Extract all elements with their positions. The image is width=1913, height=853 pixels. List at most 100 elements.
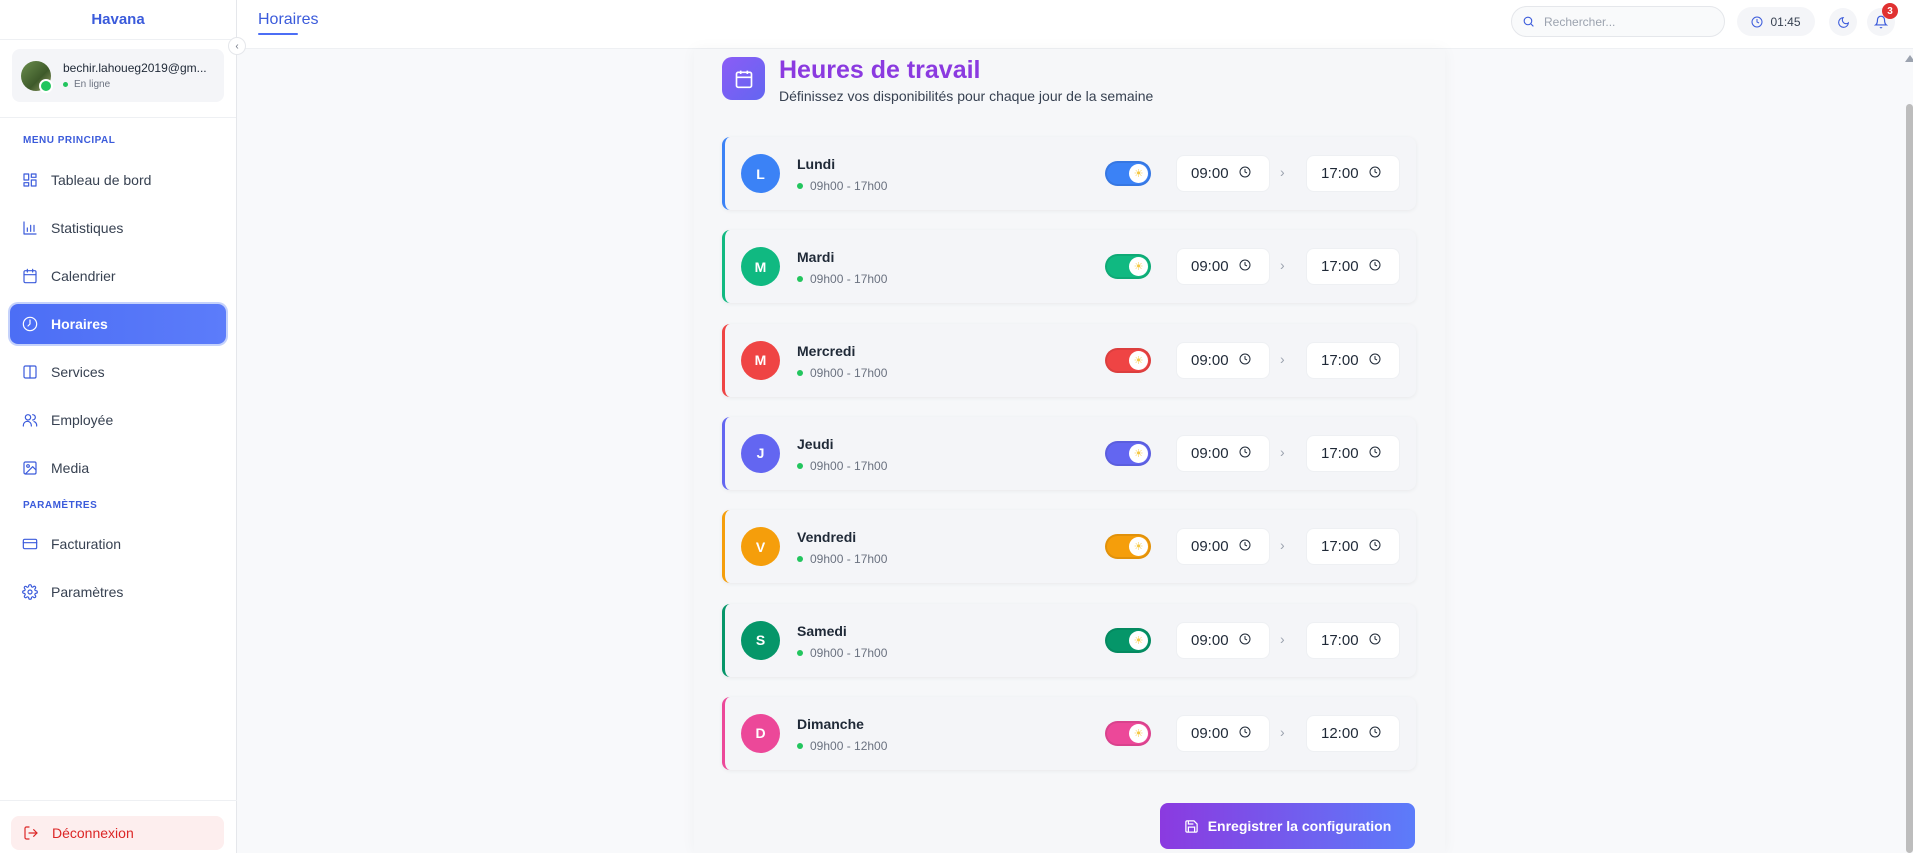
day-name: Lundi xyxy=(797,156,836,172)
day-avatar: D xyxy=(741,713,780,753)
day-enabled-toggle[interactable]: ☀ xyxy=(1105,347,1151,373)
clock-icon xyxy=(1359,725,1381,742)
user-status: En ligne xyxy=(63,79,207,90)
sun-icon: ☀ xyxy=(1129,537,1148,557)
sidebar-item-billing[interactable]: Facturation xyxy=(10,524,226,564)
day-avatar: L xyxy=(741,154,780,193)
scroll-up-arrow[interactable] xyxy=(1905,55,1913,62)
clock-icon xyxy=(1359,258,1381,275)
end-time-input[interactable]: 17:00 xyxy=(1306,155,1400,192)
end-time-value: 17:00 xyxy=(1321,631,1359,649)
logout-button[interactable]: Déconnexion xyxy=(11,816,224,850)
end-time-value: 12:00 xyxy=(1321,724,1359,742)
end-time-input[interactable]: 17:00 xyxy=(1306,248,1400,286)
day-enabled-toggle[interactable]: ☀ xyxy=(1105,254,1151,280)
sidebar-item-dashboard[interactable]: Tableau de bord xyxy=(10,160,226,200)
brand-logo[interactable]: Havana xyxy=(0,0,236,40)
search-input[interactable] xyxy=(1544,14,1714,29)
start-time-input[interactable]: 09:00 xyxy=(1176,155,1270,192)
credit-card-icon xyxy=(22,538,38,550)
sidebar-item-label: Media xyxy=(51,460,90,476)
day-row: M Mercredi 09h00 - 17h00 ☀ 09:00 › 17:00 xyxy=(722,323,1416,397)
end-time-value: 17:00 xyxy=(1321,538,1359,556)
day-enabled-toggle[interactable]: ☀ xyxy=(1105,161,1151,186)
user-email: bechir.lahoueg2019@gm... xyxy=(63,61,207,75)
day-hours-summary: 09h00 - 17h00 xyxy=(797,552,887,566)
day-enabled-toggle[interactable]: ☀ xyxy=(1105,720,1151,746)
start-time-value: 09:00 xyxy=(1191,351,1229,369)
day-row: J Jeudi 09h00 - 17h00 ☀ 09:00 › 17:00 xyxy=(722,416,1416,490)
day-name: Samedi xyxy=(797,622,847,639)
start-time-value: 09:00 xyxy=(1191,258,1229,276)
day-name: Vendredi xyxy=(797,529,857,546)
day-row: M Mardi 09h00 - 17h00 ☀ 09:00 › 17:00 xyxy=(722,230,1416,304)
clock-icon xyxy=(1359,165,1381,182)
collapse-sidebar-button[interactable]: ‹ xyxy=(228,37,246,55)
users-icon xyxy=(22,414,38,427)
day-enabled-toggle[interactable]: ☀ xyxy=(1105,534,1151,560)
end-time-input[interactable]: 17:00 xyxy=(1306,434,1400,472)
start-time-value: 09:00 xyxy=(1191,165,1229,182)
clock-icon xyxy=(1229,352,1251,369)
sidebar-item-label: Paramètres xyxy=(51,584,124,600)
day-hours-summary: 09h00 - 12h00 xyxy=(797,739,887,753)
bar-chart-icon xyxy=(23,221,37,235)
day-enabled-toggle[interactable]: ☀ xyxy=(1105,440,1151,466)
day-hours-summary: 09h00 - 17h00 xyxy=(797,366,887,380)
day-hours-summary: 09h00 - 17h00 xyxy=(797,272,887,286)
day-avatar: M xyxy=(741,247,780,287)
sidebar-item-services[interactable]: Services xyxy=(10,352,226,392)
start-time-input[interactable]: 09:00 xyxy=(1176,621,1270,659)
theme-toggle-button[interactable] xyxy=(1829,8,1857,36)
start-time-input[interactable]: 09:00 xyxy=(1176,528,1270,566)
start-time-input[interactable]: 09:00 xyxy=(1176,248,1270,286)
start-time-input[interactable]: 09:00 xyxy=(1176,714,1270,752)
sun-icon: ☀ xyxy=(1129,257,1148,277)
chevron-right-icon: › xyxy=(1280,164,1285,180)
sidebar-item-label: Facturation xyxy=(51,536,122,552)
chevron-right-icon: › xyxy=(1280,443,1285,460)
scroll-thumb[interactable] xyxy=(1906,104,1913,853)
chevron-right-icon: › xyxy=(1280,257,1285,274)
sidebar-item-label: Calendrier xyxy=(51,268,116,284)
sidebar-item-label: Statistiques xyxy=(51,220,124,236)
end-time-input[interactable]: 17:00 xyxy=(1306,621,1400,659)
sidebar-item-settings[interactable]: Paramètres xyxy=(10,572,226,612)
end-time-input[interactable]: 17:00 xyxy=(1306,341,1400,379)
sidebar: Havana bechir.lahoueg2019@gm... En ligne… xyxy=(0,0,237,853)
end-time-input[interactable]: 17:00 xyxy=(1306,528,1400,566)
end-time-value: 17:00 xyxy=(1321,351,1359,369)
day-enabled-toggle[interactable]: ☀ xyxy=(1105,627,1151,653)
sidebar-item-horaires[interactable]: Horaires xyxy=(10,304,226,344)
start-time-value: 09:00 xyxy=(1191,631,1229,649)
save-configuration-button[interactable]: Enregistrer la configuration xyxy=(1160,803,1415,849)
gear-icon xyxy=(22,584,38,600)
clock-icon xyxy=(1229,165,1251,182)
start-time-input[interactable]: 09:00 xyxy=(1176,341,1270,379)
day-row: S Samedi 09h00 - 17h00 ☀ 09:00 › 17:00 xyxy=(722,603,1416,677)
user-card[interactable]: bechir.lahoueg2019@gm... En ligne xyxy=(12,49,224,102)
day-row: L Lundi 09h00 - 17h00 ☀ 09:00 › 17:00 xyxy=(722,137,1416,210)
day-hours-summary: 09h00 - 17h00 xyxy=(797,459,887,473)
sidebar-item-statistics[interactable]: Statistiques xyxy=(10,208,226,248)
moon-icon xyxy=(1837,16,1849,28)
sun-icon: ☀ xyxy=(1129,630,1148,650)
start-time-input[interactable]: 09:00 xyxy=(1176,434,1270,472)
clock-icon xyxy=(1229,445,1251,462)
day-name: Mardi xyxy=(797,249,835,266)
sidebar-item-media[interactable]: Media xyxy=(10,448,226,488)
avatar xyxy=(21,60,53,93)
search-box[interactable] xyxy=(1511,6,1725,37)
day-hours-summary: 09h00 - 17h00 xyxy=(797,646,887,660)
end-time-input[interactable]: 12:00 xyxy=(1306,714,1400,752)
start-time-value: 09:00 xyxy=(1191,724,1229,742)
title-underline xyxy=(258,33,298,35)
day-avatar: M xyxy=(741,340,780,380)
day-row: D Dimanche 09h00 - 12h00 ☀ 09:00 › 12:00 xyxy=(722,696,1416,770)
end-time-value: 17:00 xyxy=(1321,258,1359,276)
clock-icon xyxy=(22,316,38,332)
sidebar-item-calendar[interactable]: Calendrier xyxy=(10,256,226,296)
sidebar-item-employees[interactable]: Employée xyxy=(10,400,226,440)
scrollbar[interactable] xyxy=(1905,49,1913,853)
save-label: Enregistrer la configuration xyxy=(1207,818,1392,834)
